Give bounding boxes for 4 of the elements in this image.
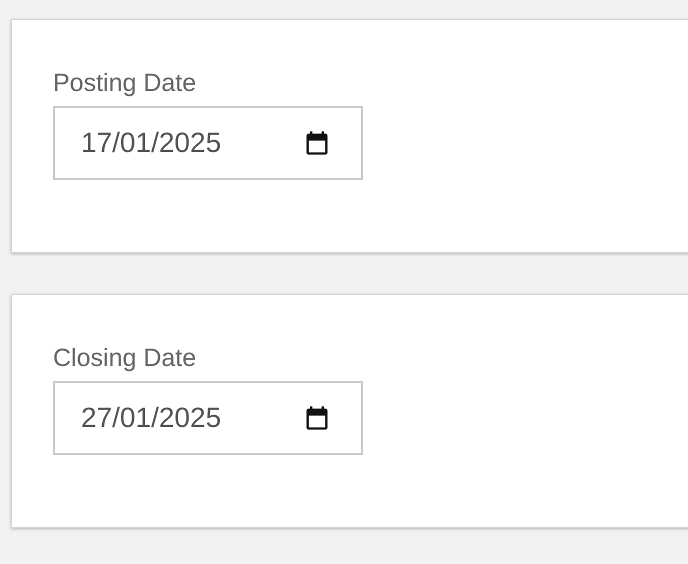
date-field[interactable]: 27/01/2025 <box>53 381 363 455</box>
field-label: Closing Date <box>53 343 196 373</box>
field-label: Posting Date <box>53 68 196 98</box>
date-field[interactable]: 17/01/2025 <box>53 106 363 180</box>
